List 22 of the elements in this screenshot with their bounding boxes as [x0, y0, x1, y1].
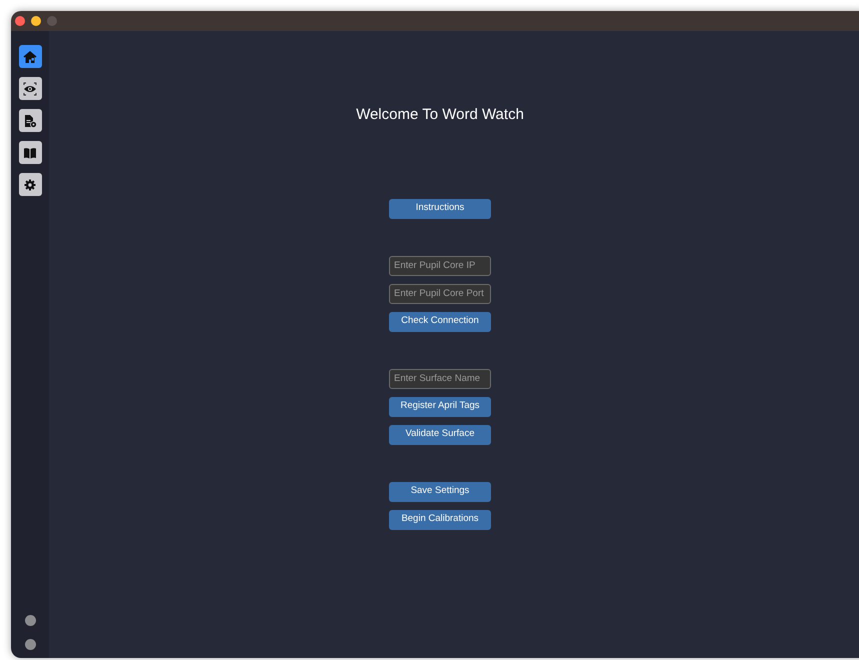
action-button[interactable]: Validate Surface	[389, 424, 491, 444]
document-gear-icon	[23, 114, 37, 128]
sidebar-item[interactable]	[18, 109, 42, 132]
action-button[interactable]: Save Settings	[389, 482, 491, 502]
settings-icon	[23, 178, 37, 192]
page-title: Welcome To Word Watch	[356, 105, 524, 125]
sidebar-item[interactable]	[18, 77, 42, 100]
home-icon	[23, 50, 37, 64]
action-button[interactable]: Begin Calibrations	[389, 510, 491, 530]
eye-icon	[23, 82, 37, 96]
sidebar-item[interactable]	[18, 173, 42, 196]
window-control-button[interactable]	[15, 16, 25, 26]
action-button[interactable]: Check Connection	[389, 312, 491, 332]
sidebar-item[interactable]	[18, 45, 42, 68]
input-field[interactable]: Enter Surface Name	[389, 368, 491, 388]
action-button[interactable]: Instructions	[389, 198, 491, 218]
sidebar-item[interactable]	[18, 141, 42, 164]
input-field[interactable]: Enter Pupil Core Port	[389, 284, 491, 304]
window-control-button[interactable]	[31, 16, 41, 26]
action-button[interactable]: Register April Tags	[389, 396, 491, 416]
book-icon	[23, 146, 37, 160]
input-field[interactable]: Enter Pupil Core IP	[389, 256, 491, 276]
